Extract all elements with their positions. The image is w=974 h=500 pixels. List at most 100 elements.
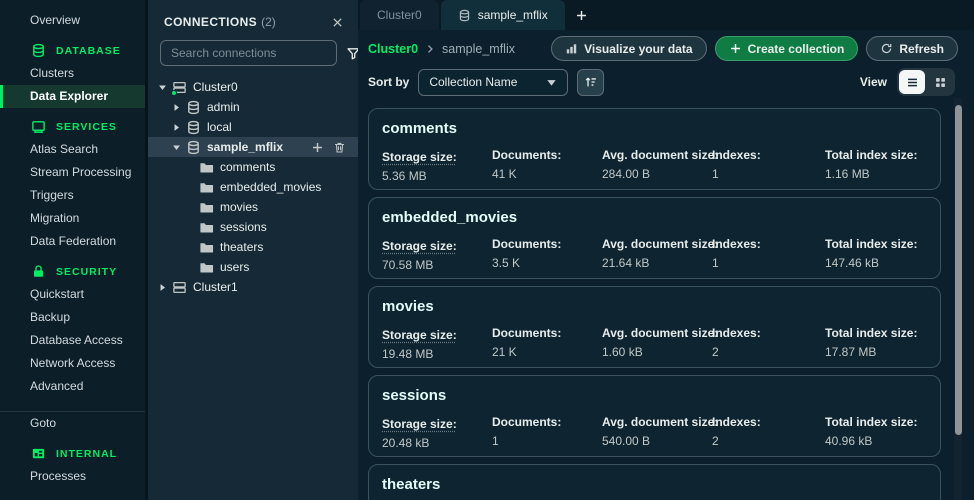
tab-cluster0[interactable]: Cluster0: [360, 0, 439, 30]
tree-item-label: sample_mflix: [207, 140, 283, 154]
stat-value: 17.87 MB: [825, 345, 927, 359]
stat-label: Total index size:: [825, 148, 927, 162]
stat-value: 21 K: [492, 345, 602, 359]
connections-search-row: [160, 40, 346, 66]
collection-stats: Storage size:70.58 MBDocuments:3.5 KAvg.…: [382, 237, 927, 272]
stat-label: Storage size:: [382, 150, 457, 164]
tree-item-local[interactable]: local: [148, 117, 358, 137]
collection-card-sessions[interactable]: sessions Storage size:20.48 kBDocuments:1…: [368, 375, 941, 457]
sidebar-item-quickstart[interactable]: Quickstart: [0, 283, 145, 306]
stat-value: 41 K: [492, 167, 602, 181]
caret-down-icon[interactable]: [172, 143, 181, 152]
collection-card-movies[interactable]: moviesStorage size:19.48 MBDocuments:21 …: [368, 286, 941, 368]
sidebar-item-migration[interactable]: Migration: [0, 207, 145, 230]
stat-value: 1: [492, 434, 602, 448]
breadcrumb-cluster-link[interactable]: Cluster0: [368, 42, 418, 56]
tree-item-label: theaters: [220, 240, 263, 254]
stat-label: Indexes:: [712, 148, 825, 162]
stat-storage: Storage size:20.48 kB: [382, 415, 492, 450]
collection-name: sessions: [382, 387, 927, 404]
stat-value: 20.48 kB: [382, 436, 492, 450]
stat-documents: Documents: 21 K: [492, 326, 602, 361]
collection-card-theaters[interactable]: theaters: [368, 464, 941, 500]
stat-value: 147.46 kB: [825, 256, 927, 270]
collection-name: movies: [382, 298, 927, 315]
lock-icon: [31, 264, 46, 279]
sidebar-item-database-access[interactable]: Database Access: [0, 329, 145, 352]
services-icon: [31, 119, 46, 134]
sort-select[interactable]: Collection Name: [418, 69, 568, 96]
scrollbar-thumb[interactable]: [955, 105, 962, 435]
tree-item-sample-mflix[interactable]: sample_mflix: [148, 137, 358, 157]
tree-item-admin[interactable]: admin: [148, 97, 358, 117]
tree-item-movies[interactable]: movies: [148, 197, 358, 217]
visualize-data-button[interactable]: Visualize your data: [551, 36, 707, 61]
filter-icon[interactable]: [346, 46, 358, 61]
caret-right-icon[interactable]: [172, 123, 181, 132]
tree-item-theaters[interactable]: theaters: [148, 237, 358, 257]
drop-database-icon[interactable]: [333, 141, 346, 154]
create-collection-icon[interactable]: [311, 141, 324, 154]
stat-value: 2: [712, 345, 825, 359]
plus-icon: [729, 42, 742, 55]
stat-label: Documents:: [492, 326, 602, 340]
stat-storage: Storage size: 5.36 MB: [382, 148, 492, 183]
sidebar-item-stream-processing[interactable]: Stream Processing: [0, 161, 145, 184]
connections-title: CONNECTIONS: [164, 15, 257, 29]
connected-status-dot: [171, 90, 177, 96]
grid-view-button[interactable]: [927, 70, 953, 94]
sidebar-item-data-explorer[interactable]: Data Explorer: [0, 85, 145, 108]
sidebar-item-overview[interactable]: Overview: [0, 9, 145, 32]
caret-right-icon[interactable]: [158, 283, 167, 292]
caret-right-icon[interactable]: [172, 103, 181, 112]
sidebar-item-clusters[interactable]: Clusters: [0, 62, 145, 85]
collection-stats: Storage size:5.36 MBDocuments:41 KAvg. d…: [382, 148, 927, 183]
list-view-button[interactable]: [899, 70, 925, 94]
sidebar-item-advanced[interactable]: Advanced: [0, 375, 145, 398]
stat-value: 5.36 MB: [382, 169, 492, 183]
sidebar-item-processes[interactable]: Processes: [0, 465, 145, 488]
sidebar-section-services: SERVICES: [0, 115, 145, 138]
internal-icon: [31, 446, 46, 461]
tree-item-embedded-movies[interactable]: embedded_movies: [148, 177, 358, 197]
collection-name: comments: [382, 120, 927, 137]
sidebar-item-goto[interactable]: Goto: [0, 412, 145, 435]
stat-value: 21.64 kB: [602, 256, 712, 270]
stat-label: Avg. document size:: [602, 148, 712, 162]
collections-list: comments Storage size: 5.36 MB Documents: 41…: [358, 98, 974, 500]
tree-item-comments[interactable]: comments: [148, 157, 358, 177]
search-connections-input[interactable]: [160, 40, 337, 66]
stat-label: Avg. document size:: [602, 237, 712, 251]
close-icon[interactable]: [331, 16, 344, 29]
stat-indexes: Indexes:1: [712, 148, 825, 183]
tree-item-cluster1[interactable]: Cluster1: [148, 277, 358, 297]
caret-down-icon[interactable]: [158, 83, 167, 92]
refresh-button[interactable]: Refresh: [866, 36, 958, 61]
folder-icon: [199, 200, 214, 215]
sidebar-item-triggers[interactable]: Triggers: [0, 184, 145, 207]
database-icon: [31, 43, 46, 58]
visualize-data-label: Visualize your data: [584, 42, 693, 56]
sort-ascending-icon: [584, 75, 598, 89]
sidebar-item-data-federation[interactable]: Data Federation: [0, 230, 145, 253]
collection-card-comments[interactable]: commentsStorage size:5.36 MBDocuments:41…: [368, 108, 941, 190]
stat-documents: Documents:1: [492, 415, 602, 450]
tab-sample-mflix[interactable]: sample_mflix: [441, 0, 565, 30]
sidebar-item-atlas-search[interactable]: Atlas Search: [0, 138, 145, 161]
sidebar-section-label: DATABASE: [56, 45, 121, 57]
new-tab-button[interactable]: [567, 0, 597, 30]
tree-item-sessions[interactable]: sessions: [148, 217, 358, 237]
view-toggle: [897, 68, 955, 96]
sidebar-item-backup[interactable]: Backup: [0, 306, 145, 329]
sort-direction-button[interactable]: [577, 69, 604, 96]
connections-count: (2): [261, 15, 276, 29]
create-collection-button[interactable]: Create collection: [715, 36, 859, 61]
breadcrumb-database: sample_mflix: [442, 42, 515, 56]
database-icon: [186, 120, 201, 135]
sidebar-item-network-access[interactable]: Network Access: [0, 352, 145, 375]
stat-total_index: Total index size:17.87 MB: [825, 326, 927, 361]
tree-item-users[interactable]: users: [148, 257, 358, 277]
collection-name: embedded_movies: [382, 209, 927, 226]
collection-card-embedded-movies[interactable]: embedded_movies Storage size:70.58 MBDocu…: [368, 197, 941, 279]
tree-item-cluster0[interactable]: Cluster0: [148, 77, 358, 97]
